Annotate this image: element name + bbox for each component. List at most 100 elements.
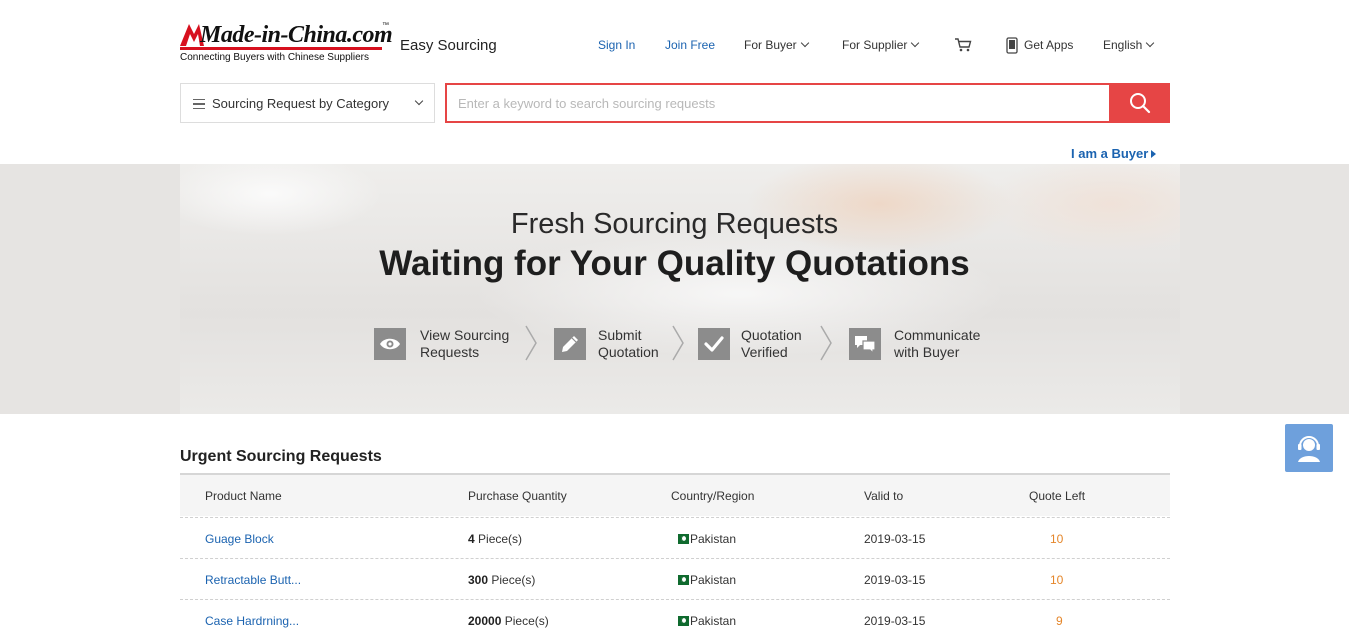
chevron-down-icon bbox=[911, 38, 920, 48]
column-header-valid-to: Valid to bbox=[864, 489, 904, 503]
join-free-link[interactable]: Join Free bbox=[665, 38, 715, 52]
category-dropdown[interactable]: Sourcing Request by Category bbox=[180, 83, 435, 123]
headset-icon bbox=[1298, 436, 1320, 462]
purchase-quantity: 4 Piece(s) bbox=[468, 532, 522, 546]
for-buyer-menu[interactable]: For Buyer bbox=[744, 38, 809, 52]
phone-icon bbox=[1006, 37, 1018, 54]
for-buyer-label: For Buyer bbox=[744, 38, 797, 52]
step-label-line1: Communicate bbox=[894, 327, 981, 343]
purchase-quantity: 20000 Piece(s) bbox=[468, 614, 549, 628]
product-name: Easy Sourcing bbox=[400, 37, 497, 54]
chat-icon bbox=[855, 336, 876, 355]
quantity-unit: Piece(s) bbox=[491, 573, 536, 587]
quantity-value: 20000 bbox=[468, 614, 502, 628]
pakistan-flag-icon bbox=[675, 534, 689, 544]
i-am-buyer-link[interactable]: I am a Buyer bbox=[1071, 146, 1157, 161]
step-submit-quotation bbox=[554, 328, 586, 360]
site-logo[interactable]: Made-in-China.com ™ Connecting Buyers wi… bbox=[180, 18, 395, 64]
chevron-down-icon bbox=[800, 38, 809, 48]
banner-subtitle: Waiting for Your Quality Quotations bbox=[379, 244, 970, 283]
valid-to-date: 2019-03-15 bbox=[864, 573, 926, 587]
category-dropdown-label: Sourcing Request by Category bbox=[212, 96, 390, 111]
cart-icon[interactable] bbox=[954, 37, 972, 53]
banner-side-left bbox=[0, 164, 180, 414]
step-label-line1: Submit bbox=[598, 327, 642, 343]
page: Made-in-China.com ™ Connecting Buyers wi… bbox=[0, 0, 1349, 632]
step-label: Quotation Verified bbox=[741, 327, 802, 361]
pakistan-flag-icon bbox=[675, 616, 689, 626]
step-label: Submit Quotation bbox=[598, 327, 659, 361]
customer-support-button[interactable] bbox=[1285, 424, 1333, 472]
pencil-icon bbox=[562, 336, 578, 352]
purchase-quantity: 300 Piece(s) bbox=[468, 573, 535, 587]
country: Pakistan bbox=[675, 532, 736, 546]
product-link[interactable]: Retractable Butt... bbox=[205, 573, 301, 587]
logo-text: Made-in-China.com bbox=[200, 22, 393, 48]
quote-left-count: 10 bbox=[1050, 573, 1064, 587]
check-icon bbox=[704, 336, 724, 352]
table-row: Retractable Butt... 300 Piece(s) Pakista… bbox=[180, 558, 1170, 599]
valid-to-date: 2019-03-15 bbox=[864, 614, 926, 628]
chevron-right-icon bbox=[672, 325, 684, 361]
step-view-requests bbox=[374, 328, 406, 360]
chevron-right-icon bbox=[525, 325, 537, 361]
menu-icon bbox=[193, 99, 205, 112]
eye-icon bbox=[380, 338, 400, 350]
column-header-quantity: Purchase Quantity bbox=[468, 489, 567, 503]
banner-background-image bbox=[180, 164, 1180, 414]
country-name: Pakistan bbox=[690, 573, 737, 587]
step-label-line1: Quotation bbox=[741, 327, 802, 343]
country-name: Pakistan bbox=[690, 614, 737, 628]
quote-left-count: 9 bbox=[1056, 614, 1063, 628]
logo-trademark: ™ bbox=[382, 22, 389, 29]
caret-right-icon bbox=[1151, 150, 1157, 158]
step-label-line2: Requests bbox=[420, 344, 480, 360]
logo-underline bbox=[180, 47, 382, 50]
column-header-product: Product Name bbox=[205, 489, 282, 503]
banner-side-right bbox=[1180, 164, 1349, 414]
column-header-country: Country/Region bbox=[671, 489, 755, 503]
product-link[interactable]: Case Hardrning... bbox=[205, 614, 299, 628]
step-quotation-verified bbox=[698, 328, 730, 360]
for-supplier-menu[interactable]: For Supplier bbox=[842, 38, 920, 52]
step-label-line2: Verified bbox=[741, 344, 788, 360]
hero-banner: Fresh Sourcing Requests Waiting for Your… bbox=[0, 164, 1349, 414]
search-icon bbox=[1130, 93, 1151, 114]
banner-title: Fresh Sourcing Requests bbox=[510, 208, 839, 240]
quote-left-count: 10 bbox=[1050, 532, 1064, 546]
get-apps-link[interactable]: Get Apps bbox=[1024, 38, 1073, 52]
logo-tagline: Connecting Buyers with Chinese Suppliers bbox=[180, 52, 369, 63]
step-label-line1: View Sourcing bbox=[420, 327, 510, 343]
table-row: Case Hardrning... 20000 Piece(s) Pakista… bbox=[180, 599, 1170, 632]
quantity-value: 300 bbox=[468, 573, 489, 587]
search-button[interactable] bbox=[1110, 83, 1170, 123]
search-input[interactable] bbox=[447, 85, 1109, 121]
for-supplier-label: For Supplier bbox=[842, 38, 908, 52]
step-label-line2: Quotation bbox=[598, 344, 659, 360]
chevron-right-icon bbox=[820, 325, 832, 361]
sign-in-link[interactable]: Sign In bbox=[598, 38, 635, 52]
table-header: Product Name Purchase Quantity Country/R… bbox=[180, 473, 1170, 516]
language-selector[interactable]: English bbox=[1103, 38, 1155, 52]
country-name: Pakistan bbox=[690, 532, 737, 546]
product-link[interactable]: Guage Block bbox=[205, 532, 274, 546]
step-label-line2: with Buyer bbox=[894, 344, 960, 360]
step-label: View Sourcing Requests bbox=[420, 327, 509, 361]
pakistan-flag-icon bbox=[675, 575, 689, 585]
quantity-value: 4 bbox=[468, 532, 475, 546]
search-box bbox=[445, 83, 1111, 123]
table-row: Guage Block 4 Piece(s) Pakistan 2019-03-… bbox=[180, 517, 1170, 558]
country: Pakistan bbox=[675, 573, 736, 587]
quantity-unit: Piece(s) bbox=[504, 614, 549, 628]
country: Pakistan bbox=[675, 614, 736, 628]
step-communicate bbox=[849, 328, 881, 360]
i-am-buyer-label: I am a Buyer bbox=[1071, 146, 1149, 161]
column-header-quote-left: Quote Left bbox=[1029, 489, 1086, 503]
section-title: Urgent Sourcing Requests bbox=[180, 448, 382, 465]
chevron-down-icon bbox=[414, 96, 424, 106]
valid-to-date: 2019-03-15 bbox=[864, 532, 926, 546]
chevron-down-icon bbox=[1146, 38, 1155, 48]
quantity-unit: Piece(s) bbox=[478, 532, 523, 546]
step-label: Communicate with Buyer bbox=[894, 327, 980, 361]
language-label: English bbox=[1103, 38, 1143, 52]
